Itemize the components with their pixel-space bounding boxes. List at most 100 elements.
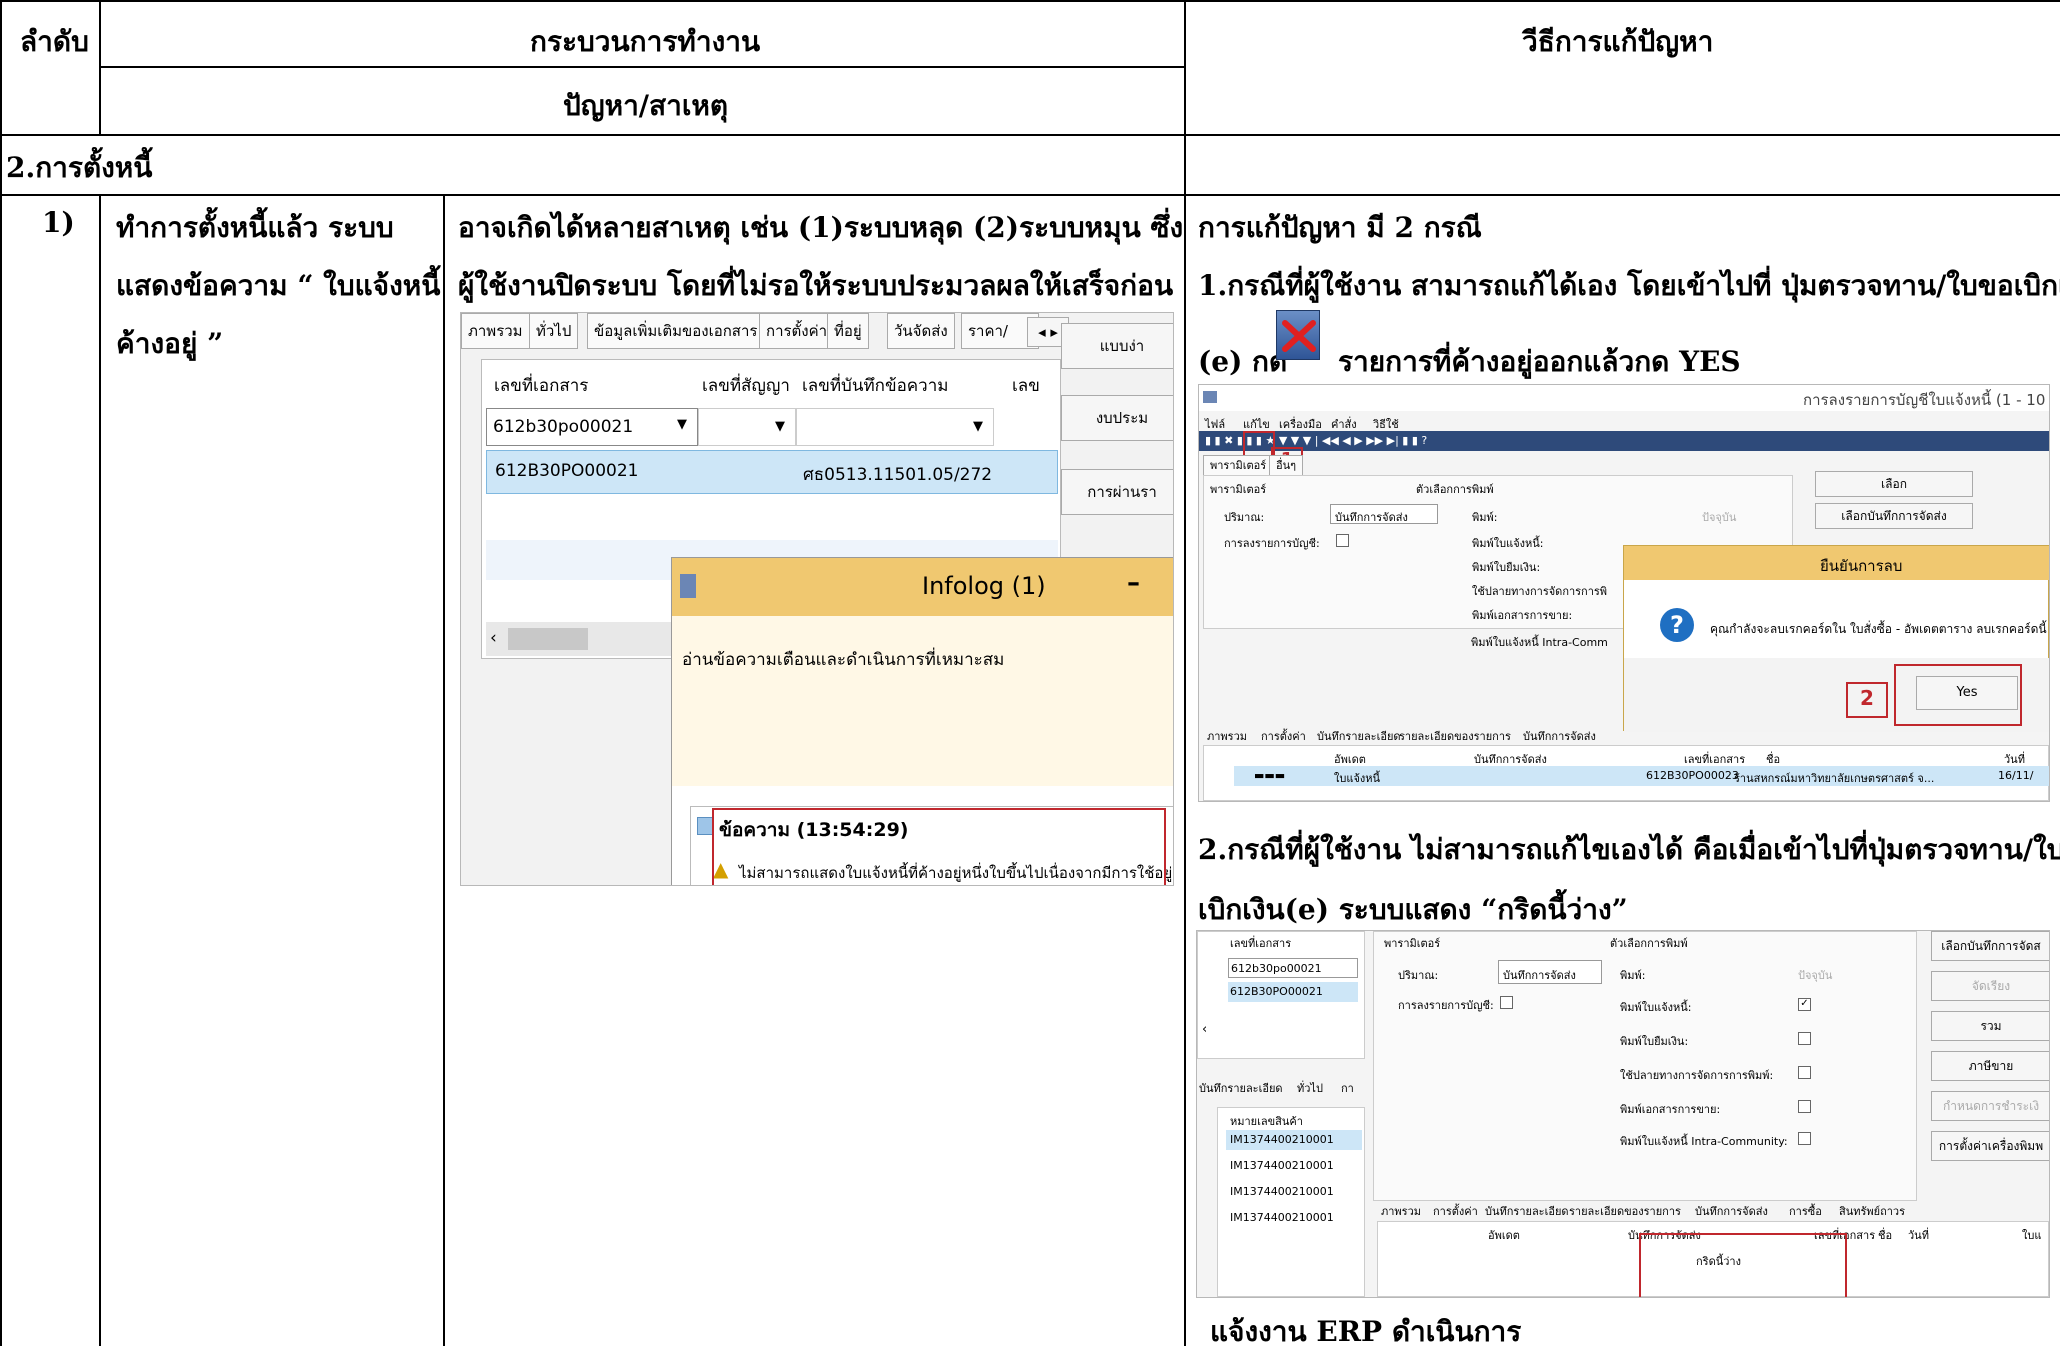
s3-btn-schedule[interactable]: กำหนดการชำระเงิ (1931, 1091, 2049, 1121)
s3-item-3: IM1374400210001 (1230, 1211, 1334, 1224)
s2-qty-select[interactable]: บันทึกการจัดส่ง (1330, 504, 1438, 524)
s3-chk-sales[interactable] (1798, 1100, 1811, 1113)
s3-btab-5[interactable]: การซื้อ (1789, 1202, 1822, 1220)
s2-row-line: ▬▬▬ (1254, 769, 1286, 782)
col-divider-1a (99, 0, 101, 136)
s3-btab-2[interactable]: บันทึกรายละเอียด (1485, 1202, 1569, 1220)
s3-post-checkbox[interactable] (1500, 996, 1513, 1009)
infolog-dialog: Infolog (1) – อ่านข้อความเตือนและดำเนินก… (671, 557, 1173, 885)
question-icon: ? (1660, 608, 1694, 642)
chevron-down-icon: ▼ (677, 417, 687, 432)
row-divider-header (99, 66, 1185, 68)
s1-filter-contract[interactable]: ▼ (698, 408, 796, 446)
s3-ltab-1[interactable]: ทั่วไป (1297, 1079, 1323, 1097)
list-item[interactable]: IM1374400210001 (1226, 1182, 1362, 1202)
s2-row-name: ร้านสหกรณ์มหาวิทยาลัยเกษตรศาสตร์ จ... (1734, 772, 1935, 785)
s2-tab-other[interactable]: อื่นๆ (1269, 455, 1304, 477)
chevron-left-icon[interactable]: ‹ (1202, 1022, 1207, 1037)
delete-icon (1276, 310, 1320, 360)
s1-btn-posting[interactable]: การผ่านรา (1061, 469, 1173, 515)
infolog-body: อ่านข้อความเตือนและดำเนินการที่เหมาะสม (672, 616, 1173, 786)
s2-print-opt-2: พิมพ์ใบยืมเงิน: (1472, 561, 1541, 574)
s3-doc-col: เลขที่เอกสาร (1230, 937, 1292, 950)
s3-doc-filter[interactable]: 612b30po00021 (1228, 958, 1358, 978)
s3-btab-0[interactable]: ภาพรวม (1381, 1202, 1421, 1220)
table-border-top (0, 0, 2060, 2)
s3-print-value: ปัจจุบัน (1798, 969, 1833, 982)
s3-btab-6[interactable]: สินทรัพย์ถาวร (1839, 1202, 1905, 1220)
s1-tab-delivery[interactable]: วันจัดส่ง (887, 313, 955, 349)
s3-item-list: หมายเลขสินค้า IM1374400210001 IM13744002… (1217, 1107, 1365, 1297)
s2-row-date: 16/11/ (1998, 769, 2034, 782)
s2-param-label: พารามิเตอร์ (1210, 483, 1267, 496)
screenshot-delete-confirm: การลงรายการบัญชีใบแจ้งหนี้ (1 - 10 ไฟล์ … (1198, 384, 2050, 802)
s1-btn-simple[interactable]: แบบง่า (1061, 323, 1173, 369)
s3-btab-4[interactable]: บันทึกการจัดส่ง (1695, 1202, 1768, 1220)
s2-btab-0[interactable]: ภาพรวม (1207, 727, 1247, 745)
solution-line-3a: (e) กด (1198, 345, 1288, 378)
s3-qty-value: บันทึกการจัดส่ง (1503, 969, 1576, 982)
list-item[interactable]: IM1374400210001 (1226, 1130, 1362, 1150)
solution-line-2: 1.กรณีที่ผู้ใช้งาน สามารถแก้ได้เอง โดยเข… (1198, 269, 2060, 302)
s2-btab-3[interactable]: รายละเอียดของรายการ (1399, 727, 1511, 745)
chevron-down-icon: ▼ (973, 419, 983, 434)
s1-col-doc: เลขที่เอกสาร (494, 376, 589, 396)
s3-doc-list: เลขที่เอกสาร 612b30po00021 612B30PO00021… (1197, 931, 1365, 1059)
s2-post-checkbox[interactable] (1336, 534, 1349, 547)
s1-col-contract: เลขที่สัญญา (702, 376, 790, 396)
s1-tab-extra[interactable]: ข้อมูลเพิ่มเติมของเอกสาร (587, 313, 765, 349)
s1-tab-setup[interactable]: การตั้งค่า (759, 313, 835, 349)
s2-menubar: ไฟล์ แก้ไข เครื่องมือ คำสั่ง วิธีใช้ (1199, 411, 2049, 431)
s1-tab-general[interactable]: ทั่วไป (529, 313, 579, 349)
s2-tab-param[interactable]: พารามิเตอร์ (1203, 455, 1274, 477)
toolbar-icons[interactable]: ▮ ▮ ✖ ▮ ▮ ▮ ★ ▼ ▼ ▼ | ◀◀ ◀ ▶ ▶▶ ▶| ▮ ▮ ? (1205, 434, 1427, 447)
s2-btab-2[interactable]: บันทึกรายละเอียด (1317, 727, 1401, 745)
solution-line-1: การแก้ปัญหา มี 2 กรณี (1198, 211, 1482, 244)
table-row[interactable]: 612B30PO00021 ศธ0513.11501.05/272 (486, 450, 1058, 494)
chevron-down-icon: ▼ (775, 419, 785, 434)
s2-print-opt-0: พิมพ์: (1472, 511, 1498, 524)
s1-tab-overview[interactable]: ภาพรวม (461, 313, 530, 349)
s3-btn-select-delivery[interactable]: เลือกบันทึกการจัดส (1931, 931, 2049, 961)
s3-chk-intra[interactable] (1798, 1132, 1811, 1145)
table-row[interactable]: ▬▬▬ ใบแจ้งหนี้ 612B30PO00023 ร้านสหกรณ์ม… (1234, 766, 2049, 786)
s3-post-label: การลงรายการบัญชี: (1398, 999, 1494, 1012)
s2-btn-select[interactable]: เลือก (1815, 471, 1973, 497)
s1-btn-budget[interactable]: งบประม (1061, 395, 1173, 441)
s2-titlebar: การลงรายการบัญชีใบแจ้งหนี้ (1 - 10 (1199, 385, 2049, 411)
s3-chk-loan[interactable] (1798, 1032, 1811, 1045)
s3-btab-1[interactable]: การตั้งค่า (1433, 1202, 1478, 1220)
s3-ltab-0[interactable]: บันทึกรายละเอียด (1199, 1079, 1283, 1097)
s2-btab-1[interactable]: การตั้งค่า (1261, 727, 1306, 745)
s3-btn-tax[interactable]: ภาษีขาย (1931, 1051, 2049, 1081)
s3-qty-select[interactable]: บันทึกการจัดส่ง (1498, 960, 1602, 984)
row-divider-1 (0, 134, 2060, 136)
app-icon (680, 574, 696, 598)
s3-btn-total[interactable]: รวม (1931, 1011, 2049, 1041)
list-item[interactable]: IM1374400210001 (1226, 1156, 1362, 1176)
s3-print-opt-2: พิมพ์ใบยืมเงิน: (1620, 1035, 1689, 1048)
s2-btn-select-delivery[interactable]: เลือกบันทึกการจัดส่ง (1815, 503, 1973, 529)
s3-chk-invoice[interactable]: ✓ (1798, 998, 1811, 1011)
s1-tab-address[interactable]: ที่อยู่ (827, 313, 869, 349)
s3-chk-dest[interactable] (1798, 1066, 1811, 1079)
s3-print-opt-1: พิมพ์ใบแจ้งหนี้: (1620, 1001, 1692, 1014)
s2-toolbar: ▮ ▮ ✖ ▮ ▮ ▮ ★ ▼ ▼ ▼ | ◀◀ ◀ ▶ ▶▶ ▶| ▮ ▮ ? (1199, 431, 2049, 451)
s1-filter-value: 612b30po00021 (493, 417, 634, 437)
minimize-icon[interactable]: – (1127, 568, 1140, 598)
s3-btab-3[interactable]: รายละเอียดของรายการ (1569, 1202, 1681, 1220)
solution-line-4: 2.กรณีที่ผู้ใช้งาน ไม่สามารถแก้ไขเองได้ … (1198, 833, 2060, 866)
s2-bottom-tabs: ภาพรวม การตั้งค่า บันทึกรายละเอียด รายละ… (1203, 723, 1623, 743)
table-row[interactable]: 612B30PO00021 (1228, 982, 1358, 1002)
screenshot-empty-grid: เลขที่เอกสาร 612b30po00021 612B30PO00021… (1196, 930, 2050, 1298)
list-item[interactable]: IM1374400210001 (1226, 1208, 1362, 1228)
chevron-left-icon: ‹ (490, 628, 497, 648)
s3-btn-sort[interactable]: จัดเรียง (1931, 971, 2049, 1001)
s1-filter-memo[interactable]: ▼ (796, 408, 994, 446)
s2-btab-4[interactable]: บันทึกการจัดส่ง (1523, 727, 1596, 745)
s3-ltab-2[interactable]: กา (1341, 1079, 1354, 1097)
s1-scroll-thumb[interactable] (508, 628, 588, 650)
s1-filter-doc[interactable]: 612b30po00021 ▼ (486, 408, 698, 446)
s3-btn-printer[interactable]: การตั้งค่าเครื่องพิมพ (1931, 1131, 2049, 1161)
s2-row-doc: 612B30PO00023 (1646, 769, 1739, 782)
